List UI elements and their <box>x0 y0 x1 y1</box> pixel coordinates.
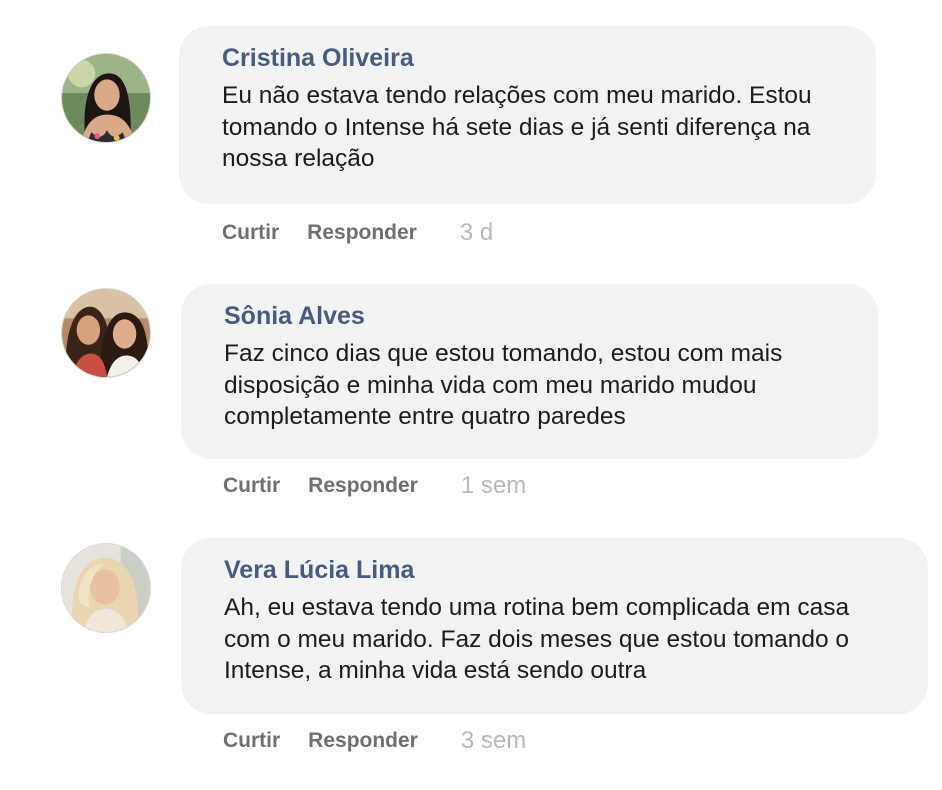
avatar[interactable] <box>61 53 151 143</box>
like-button[interactable]: Curtir <box>222 221 279 245</box>
comment-text: Faz cinco dias que estou tomando, estou … <box>224 340 783 430</box>
avatar-photo <box>62 544 150 632</box>
comment-actions: Curtir Responder 3 sem <box>223 726 526 756</box>
comment-bubble: Vera Lúcia Lima Ah, eu estava tendo uma … <box>181 538 928 714</box>
timestamp[interactable]: 1 sem <box>461 472 526 500</box>
avatar[interactable] <box>61 543 151 633</box>
comment-text: Eu não estava tendo relações com meu mar… <box>222 82 812 172</box>
author-name[interactable]: Cristina Oliveira <box>222 43 834 73</box>
like-button[interactable]: Curtir <box>223 729 280 753</box>
timestamp[interactable]: 3 d <box>460 219 493 247</box>
author-name[interactable]: Vera Lúcia Lima <box>224 555 886 585</box>
comment-bubble: Cristina Oliveira Eu não estava tendo re… <box>179 26 876 204</box>
timestamp[interactable]: 3 sem <box>461 727 526 755</box>
avatar-photo <box>62 54 150 142</box>
avatar[interactable] <box>61 288 151 378</box>
comment-text: Ah, eu estava tendo uma rotina bem compl… <box>224 594 850 684</box>
comment-bubble: Sônia Alves Faz cinco dias que estou tom… <box>181 284 878 459</box>
author-name[interactable]: Sônia Alves <box>224 301 836 331</box>
comment-actions: Curtir Responder 3 d <box>222 218 493 248</box>
comment-actions: Curtir Responder 1 sem <box>223 471 526 501</box>
like-button[interactable]: Curtir <box>223 474 280 498</box>
reply-button[interactable]: Responder <box>307 221 417 245</box>
reply-button[interactable]: Responder <box>308 729 418 753</box>
reply-button[interactable]: Responder <box>308 474 418 498</box>
avatar-photo <box>62 289 150 377</box>
